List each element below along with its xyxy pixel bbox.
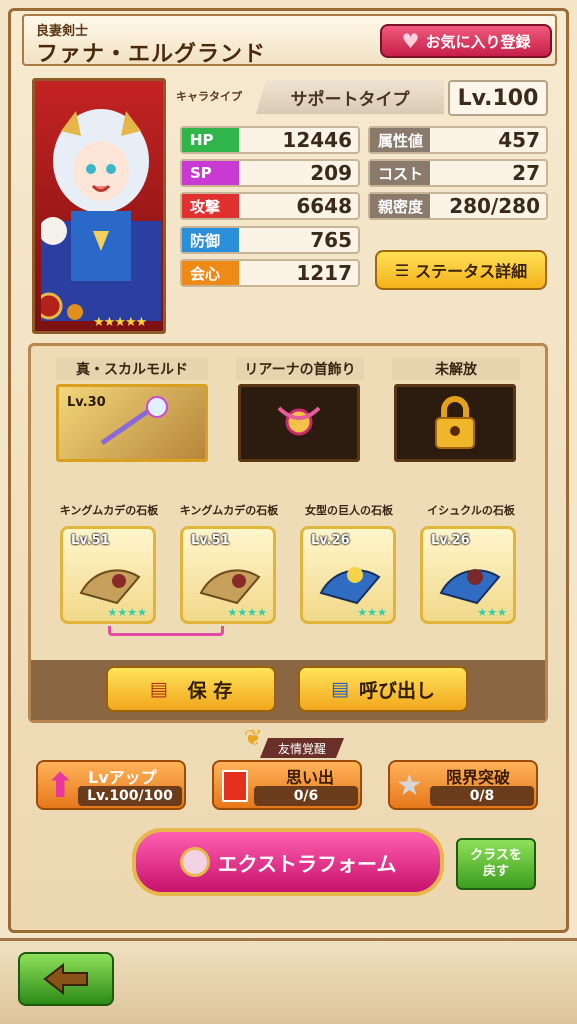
lock-icon [435, 396, 475, 449]
character-detail-screen: 良妻剣士 ファナ・エルグランド ♥ お気に入り登録 ★★★★★ キャラタイプ サ… [0, 0, 577, 1024]
stat-affection-label: 親密度 [370, 194, 430, 218]
memory-label: 思い出 [286, 768, 335, 787]
extra-form-label: エクストラフォーム [217, 851, 397, 876]
heart-icon: ♥ [401, 29, 420, 53]
stat-defense-value: 765 [310, 228, 352, 252]
back-arrow-icon [43, 962, 88, 996]
stat-element-label: 属性値 [370, 128, 430, 152]
stone-1-level: Lv.51 [71, 533, 110, 548]
stat-hp-value: 12446 [282, 128, 352, 152]
stat-affection-value: 280/280 [449, 194, 540, 218]
character-art [41, 109, 161, 321]
locked-slot-label: 未解放 [392, 358, 520, 380]
favorite-label: お気に入り登録 [425, 32, 531, 51]
stat-cost-label: コスト [370, 161, 430, 185]
fan-stone-icon [199, 569, 261, 605]
stat-defense-label: 防御 [182, 228, 239, 252]
chara-type-label: キャラタイプ [176, 90, 242, 103]
stat-affection: 親密度 280/280 [368, 192, 548, 220]
memory-value: 0/6 [254, 786, 358, 806]
stat-hp-label: HP [182, 128, 239, 152]
extra-form-button[interactable]: エクストラフォーム [132, 828, 444, 896]
stat-element: 属性値 457 [368, 126, 548, 154]
stone-2-stars: ★★★★ [227, 606, 267, 619]
emblem-icon [179, 847, 210, 877]
load-button[interactable]: ▤ 呼び出し [298, 666, 468, 712]
stone-slot-2[interactable]: Lv.51 ★★★★ [180, 526, 276, 624]
stone-4-level: Lv.26 [431, 533, 470, 548]
character-level: Lv.100 [448, 80, 548, 116]
necklace-icon [277, 406, 321, 436]
limit-break-label: 限界突破 [446, 768, 511, 787]
save-icon: ▤ [149, 678, 168, 700]
card-icon [222, 770, 248, 802]
stone-1-label: キングムカデの石板 [59, 504, 159, 517]
stat-critical-value: 1217 [296, 261, 352, 285]
stone-2-label: キングムカデの石板 [179, 504, 279, 517]
back-button[interactable] [18, 952, 114, 1006]
limit-break-value: 0/8 [430, 786, 534, 806]
friendship-tag: 友情覚醒 [260, 738, 344, 758]
memory-button[interactable]: 思い出 0/6 [212, 760, 362, 810]
fan-stone-icon [319, 567, 381, 605]
stone-3-level: Lv.26 [311, 533, 350, 548]
save-label: 保 存 [187, 679, 233, 702]
stat-critical-label: 会心 [182, 261, 239, 285]
chara-type-value: サポートタイプ [256, 80, 444, 114]
stone-link-indicator [108, 626, 224, 636]
stat-critical: 会心 1217 [180, 259, 360, 287]
stat-defense: 防御 765 [180, 226, 360, 254]
stone-slot-4[interactable]: Lv.26 ★★★ [420, 526, 516, 624]
stone-4-label: イシュクルの石板 [427, 504, 515, 517]
stone-slot-3[interactable]: Lv.26 ★★★ [300, 526, 396, 624]
status-detail-button[interactable]: ☰ ステータス詳細 [375, 250, 547, 290]
wing-icon: ❦ [244, 726, 263, 751]
stat-attack-label: 攻撃 [182, 194, 239, 218]
list-icon: ☰ [394, 260, 410, 280]
load-icon: ▤ [331, 678, 349, 700]
favorite-button[interactable]: ♥ お気に入り登録 [380, 24, 552, 58]
level-up-value: Lv.100/100 [78, 786, 182, 806]
stat-attack-value: 6648 [296, 194, 352, 218]
stat-attack: 攻撃 6648 [180, 192, 360, 220]
stone-3-label: 女型の巨人の石板 [305, 504, 393, 517]
stone-3-stars: ★★★ [357, 606, 387, 619]
limit-break-button[interactable]: ★ 限界突破 0/8 [388, 760, 538, 810]
stat-sp-value: 209 [310, 161, 352, 185]
level-up-button[interactable]: ⬆ Lvアップ Lv.100/100 [36, 760, 186, 810]
stat-cost-value: 27 [512, 161, 540, 185]
stone-1-stars: ★★★★ [107, 606, 147, 619]
stat-cost: コスト 27 [368, 159, 548, 187]
stat-hp: HP 12446 [180, 126, 360, 154]
character-name: ファナ・エルグランド [36, 42, 267, 67]
arrow-up-icon: ⬆ [46, 766, 75, 806]
stone-slot-1[interactable]: Lv.51 ★★★★ [60, 526, 156, 624]
status-detail-label: ステータス詳細 [415, 262, 528, 281]
stone-2-level: Lv.51 [191, 533, 230, 548]
class-back-button[interactable]: クラスを戻す [456, 838, 536, 890]
weapon-level: Lv.30 [67, 395, 106, 410]
rarity-stars: ★★★★★ [93, 315, 147, 330]
weapon-slot[interactable]: Lv.30 [56, 384, 208, 462]
accessory-slot-label: リアーナの首飾り [236, 358, 364, 380]
accessory-slot[interactable] [238, 384, 360, 462]
stone-4-stars: ★★★ [477, 606, 507, 619]
save-button[interactable]: ▤ 保 存 [106, 666, 276, 712]
level-up-label: Lvアップ [88, 768, 157, 787]
class-back-label: クラスを戻す [470, 848, 522, 879]
stat-element-value: 457 [498, 128, 540, 152]
stat-sp: SP 209 [180, 159, 360, 187]
fan-stone-icon [79, 569, 141, 605]
fan-stone-icon [439, 569, 501, 605]
load-label: 呼び出し [358, 679, 435, 702]
locked-slot[interactable] [394, 384, 516, 462]
stat-sp-label: SP [182, 161, 239, 185]
star-icon: ★ [396, 768, 423, 803]
character-portrait[interactable]: ★★★★★ [32, 78, 166, 334]
weapon-slot-label: 真・スカルモルド [56, 358, 208, 380]
